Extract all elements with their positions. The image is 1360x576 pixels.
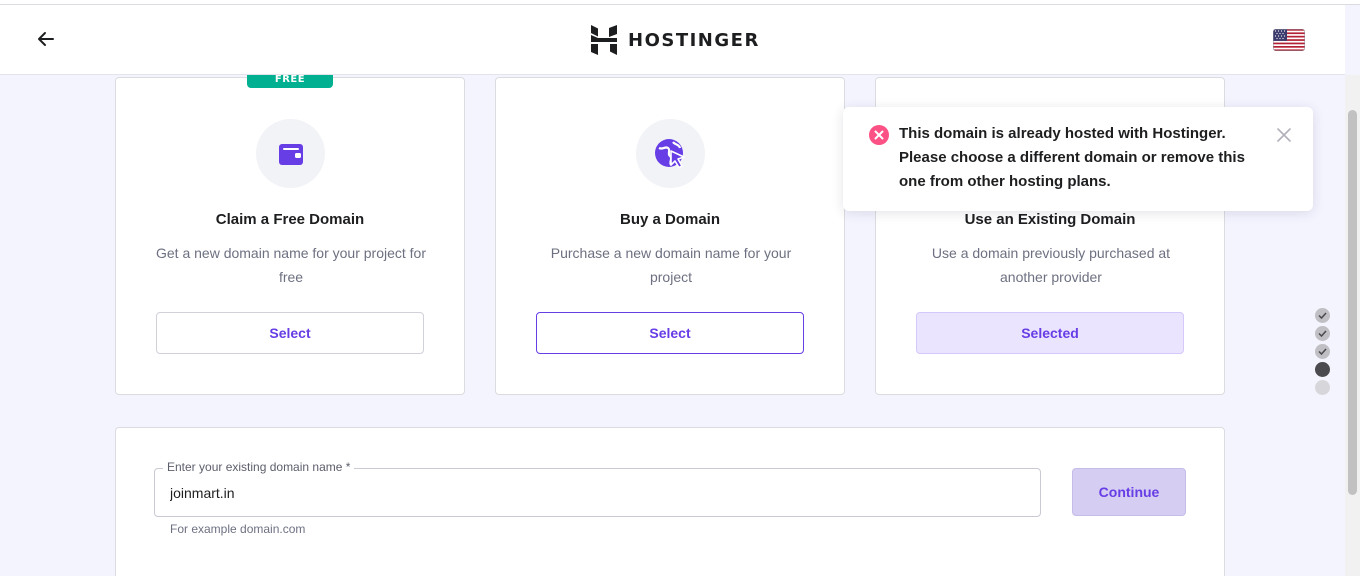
domain-input[interactable] bbox=[170, 483, 1020, 503]
buy-domain-card[interactable]: Buy a Domain Purchase a new domain name … bbox=[495, 77, 845, 395]
us-flag-icon bbox=[1273, 29, 1305, 51]
toast-close-button[interactable] bbox=[1275, 126, 1293, 144]
select-button[interactable]: Select bbox=[536, 312, 804, 354]
domain-field[interactable]: Enter your existing domain name * bbox=[154, 460, 1041, 517]
card-description: Get a new domain name for your project f… bbox=[155, 245, 427, 285]
check-icon bbox=[1318, 348, 1327, 356]
card-description: Use a domain previously purchased at ano… bbox=[931, 245, 1171, 285]
continue-button[interactable]: Continue bbox=[1072, 468, 1186, 516]
selected-button[interactable]: Selected bbox=[916, 312, 1184, 354]
claim-free-domain-card[interactable]: FREE Claim a Free Domain Get a new domai… bbox=[115, 75, 465, 395]
domain-field-label: Enter your existing domain name * bbox=[163, 460, 355, 474]
progress-steps bbox=[1315, 308, 1331, 398]
card-description: Purchase a new domain name for your proj… bbox=[550, 245, 792, 285]
wallet-icon bbox=[278, 143, 303, 165]
check-icon bbox=[1318, 312, 1327, 320]
card-title: Use an Existing Domain bbox=[964, 211, 1136, 228]
scrollbar-thumb[interactable] bbox=[1348, 110, 1357, 495]
page-scrollbar[interactable] bbox=[1345, 75, 1360, 576]
back-button[interactable] bbox=[30, 25, 62, 53]
toast-message: This domain is already hosted with Hosti… bbox=[899, 125, 1245, 190]
globe-cursor-icon bbox=[654, 138, 685, 168]
hostinger-logo[interactable]: HOSTINGER bbox=[590, 25, 760, 55]
select-button[interactable]: Select bbox=[156, 312, 424, 354]
close-icon bbox=[1277, 128, 1291, 142]
error-circle-icon bbox=[869, 125, 889, 145]
check-icon bbox=[1318, 330, 1327, 338]
free-badge: FREE bbox=[247, 75, 333, 88]
domain-hint: For example domain.com bbox=[170, 522, 306, 536]
card-title: Claim a Free Domain bbox=[215, 211, 365, 228]
arrow-left-icon bbox=[38, 32, 54, 46]
step-completed bbox=[1315, 326, 1330, 341]
hostinger-mark-icon bbox=[591, 25, 617, 55]
card-title: Buy a Domain bbox=[619, 211, 721, 228]
top-header: HOSTINGER bbox=[0, 5, 1345, 75]
language-selector[interactable] bbox=[1273, 29, 1305, 51]
step-completed bbox=[1315, 344, 1330, 359]
error-toast: This domain is already hosted with Hosti… bbox=[843, 107, 1313, 211]
step-current bbox=[1315, 362, 1330, 377]
icon-circle bbox=[636, 119, 705, 188]
existing-domain-panel: Enter your existing domain name * For ex… bbox=[115, 427, 1225, 576]
icon-circle bbox=[256, 119, 325, 188]
logo-text: HOSTINGER bbox=[628, 29, 760, 51]
step-pending bbox=[1315, 380, 1330, 395]
step-completed bbox=[1315, 308, 1330, 323]
